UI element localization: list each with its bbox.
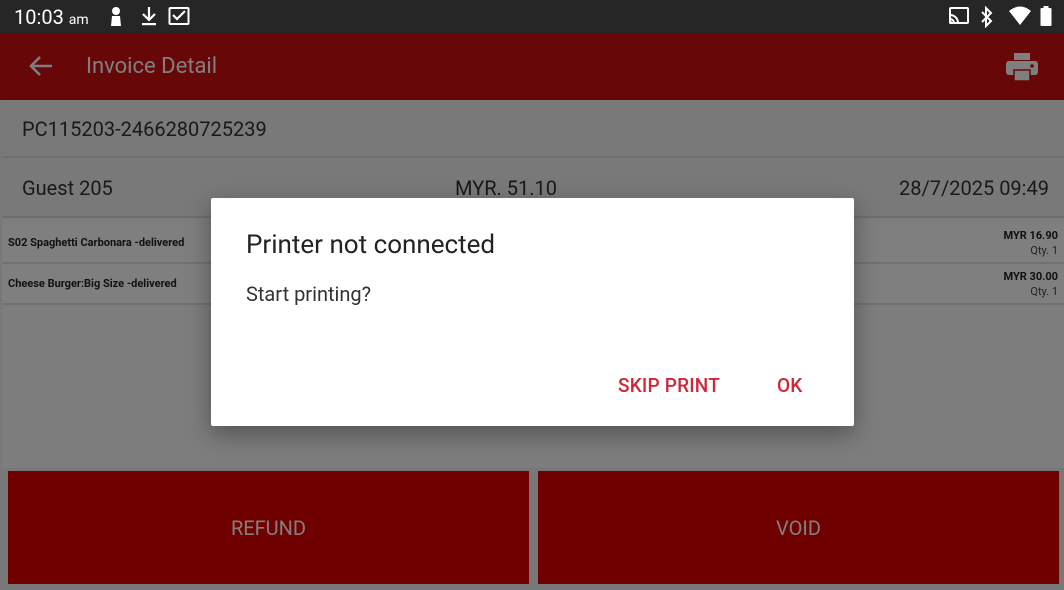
- dialog-title: Printer not connected: [246, 230, 496, 260]
- bluetooth-icon: [981, 6, 993, 28]
- wifi-icon: [1009, 6, 1031, 25]
- battery-icon: [1040, 6, 1052, 26]
- ok-button[interactable]: OK: [777, 374, 803, 397]
- status-time-ampm: am: [68, 12, 89, 28]
- status-bar: 10:03 am: [0, 0, 1064, 33]
- dialog-message: Start printing?: [246, 282, 372, 306]
- printer-dialog: Printer not connected Start printing? SK…: [211, 198, 854, 426]
- status-time-value: 10:03: [14, 5, 64, 29]
- download-icon: [142, 7, 156, 26]
- skip-print-button[interactable]: SKIP PRINT: [618, 374, 720, 397]
- inbox-icon: [168, 7, 190, 25]
- cast-icon: [949, 7, 969, 24]
- status-time: 10:03 am: [14, 5, 89, 32]
- person-icon: [111, 7, 121, 26]
